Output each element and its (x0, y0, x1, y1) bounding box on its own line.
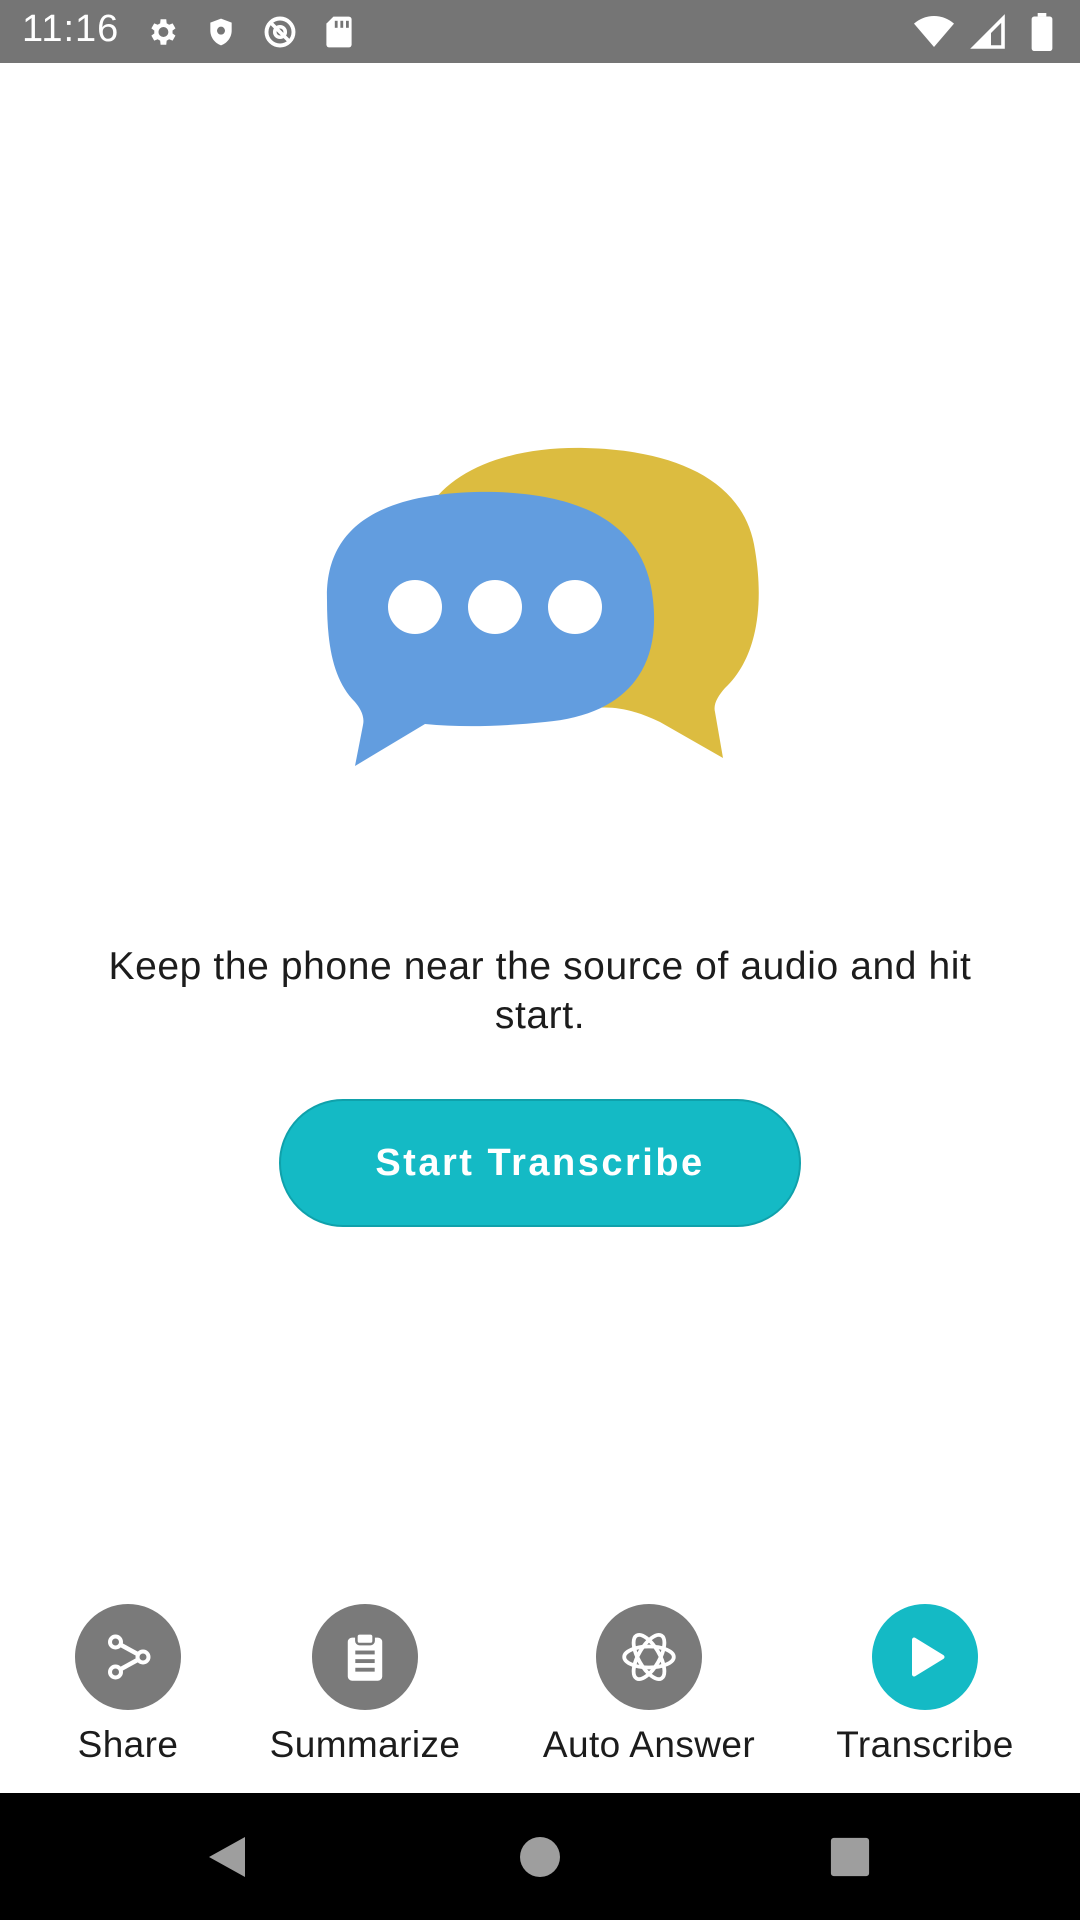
battery-icon (1022, 12, 1062, 52)
nav-label-transcribe: Transcribe (836, 1724, 1014, 1765)
wifi-icon (914, 12, 954, 52)
cellular-signal-icon (968, 12, 1008, 52)
shield-icon (201, 12, 241, 52)
dot-3 (548, 580, 602, 634)
status-bar: 11:16 (0, 0, 1080, 63)
share-icon (75, 1604, 181, 1710)
nav-item-summarize[interactable]: Summarize (245, 1604, 485, 1766)
status-time: 11:16 (22, 8, 120, 50)
home-icon[interactable] (508, 1825, 572, 1889)
settings-icon (142, 12, 182, 52)
openai-icon (596, 1604, 702, 1710)
start-transcribe-button[interactable]: Start Transcribe (279, 1099, 801, 1227)
nav-item-transcribe[interactable]: Transcribe (805, 1604, 1045, 1766)
nav-item-auto-answer[interactable]: Auto Answer (529, 1604, 769, 1766)
bottom-nav: Share Summarize Auto Answer Transcribe (0, 1590, 1080, 1790)
recents-icon[interactable] (818, 1825, 882, 1889)
nav-label-share: Share (77, 1724, 179, 1765)
nav-label-auto-answer: Auto Answer (542, 1724, 756, 1765)
system-nav-bar (0, 1793, 1080, 1920)
dot-2 (468, 580, 522, 634)
instruction-text: Keep the phone near the source of audio … (108, 945, 972, 1037)
dot-1 (388, 580, 442, 634)
play-icon (872, 1604, 978, 1710)
at-sign-icon (260, 12, 300, 52)
nav-item-share[interactable]: Share (8, 1604, 248, 1766)
chat-bubbles-illustration (315, 440, 765, 870)
nav-label-summarize: Summarize (269, 1724, 461, 1765)
clipboard-icon (312, 1604, 418, 1710)
back-icon[interactable] (195, 1825, 259, 1889)
sd-card-icon (319, 12, 359, 52)
